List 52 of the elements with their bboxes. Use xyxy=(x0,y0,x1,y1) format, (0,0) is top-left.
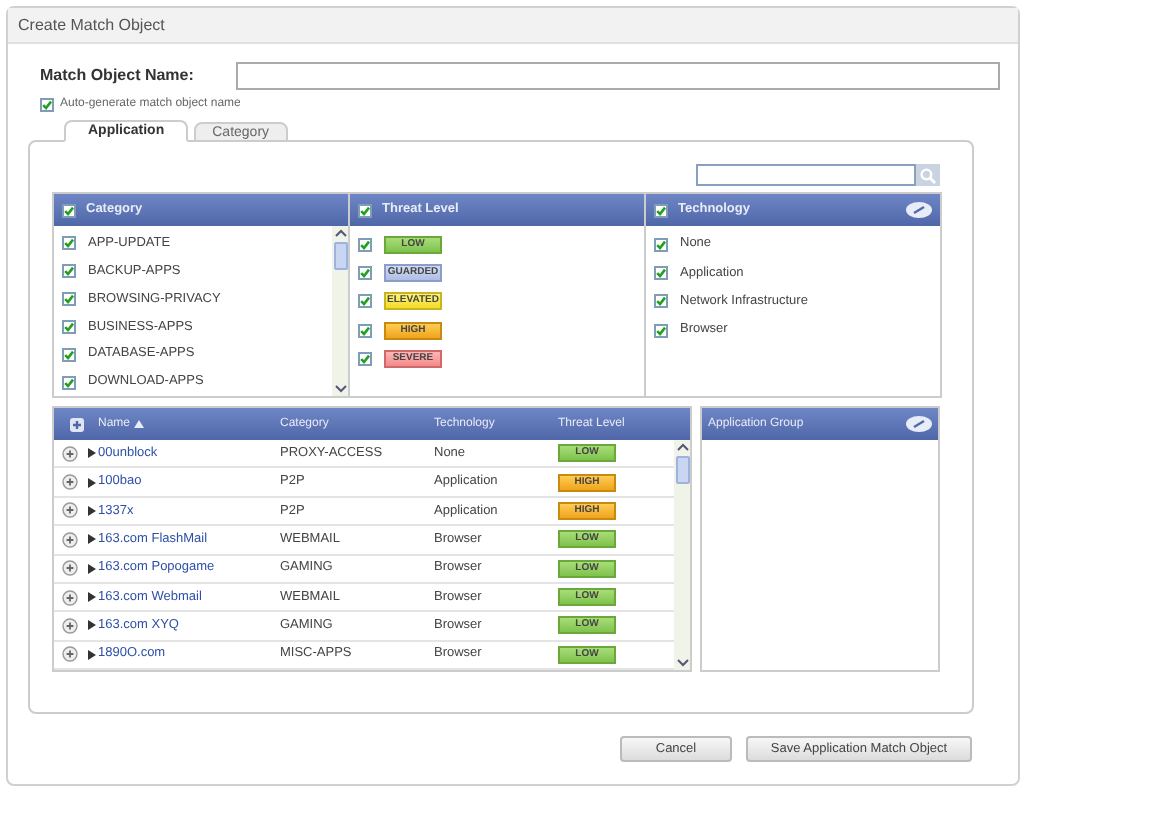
scrollbar[interactable] xyxy=(332,226,348,396)
link-icon[interactable] xyxy=(906,416,932,432)
search-icon xyxy=(920,167,936,183)
expand-icon[interactable] xyxy=(87,448,95,459)
add-row-icon[interactable] xyxy=(61,502,77,519)
expand-icon[interactable] xyxy=(87,563,95,574)
checkbox[interactable] xyxy=(62,319,76,334)
checkbox[interactable] xyxy=(62,347,76,362)
checkbox[interactable] xyxy=(654,237,668,252)
add-row-icon[interactable] xyxy=(61,617,77,634)
scroll-down-icon[interactable] xyxy=(675,656,689,668)
checkbox[interactable] xyxy=(62,264,76,279)
field-label: Match Object Name: xyxy=(40,64,196,88)
expand-icon[interactable] xyxy=(87,505,95,516)
dialog-title: Create Match Object xyxy=(18,13,165,37)
add-row-icon[interactable] xyxy=(61,474,77,491)
checkbox[interactable] xyxy=(358,265,372,280)
checkbox[interactable] xyxy=(358,294,372,309)
checkbox[interactable] xyxy=(358,323,372,338)
add-row-icon[interactable] xyxy=(61,646,77,663)
expand-icon[interactable] xyxy=(87,534,95,545)
add-icon[interactable] xyxy=(69,417,83,431)
scroll-thumb[interactable] xyxy=(333,242,347,270)
add-row-icon[interactable] xyxy=(61,560,77,577)
scrollbar[interactable] xyxy=(674,440,690,670)
checkbox[interactable] xyxy=(62,203,76,217)
expand-icon[interactable] xyxy=(87,620,95,631)
expand-icon[interactable] xyxy=(87,592,95,603)
checkbox[interactable] xyxy=(654,294,668,309)
sort-ascending-icon xyxy=(134,420,145,428)
add-row-icon[interactable] xyxy=(61,589,77,606)
add-row-icon[interactable] xyxy=(61,445,77,462)
name-input[interactable] xyxy=(236,62,1000,90)
checkbox[interactable] xyxy=(62,292,76,307)
add-row-icon[interactable] xyxy=(61,531,77,548)
scroll-down-icon[interactable] xyxy=(333,382,347,394)
scroll-thumb[interactable] xyxy=(675,456,689,484)
checkbox[interactable] xyxy=(358,237,372,252)
search-field[interactable] xyxy=(696,164,916,186)
expand-icon[interactable] xyxy=(87,477,95,488)
checkbox[interactable] xyxy=(62,375,76,390)
scroll-up-icon[interactable] xyxy=(675,442,689,454)
scroll-up-icon[interactable] xyxy=(333,228,347,240)
checkbox[interactable] xyxy=(62,236,76,251)
checkbox[interactable] xyxy=(654,323,668,338)
checkbox[interactable] xyxy=(654,265,668,280)
checkbox[interactable] xyxy=(654,203,668,217)
expand-icon[interactable] xyxy=(87,649,95,660)
link-icon[interactable] xyxy=(906,202,932,218)
checkbox[interactable] xyxy=(358,351,372,366)
checkbox[interactable] xyxy=(358,203,372,217)
checkbox[interactable] xyxy=(40,98,54,112)
